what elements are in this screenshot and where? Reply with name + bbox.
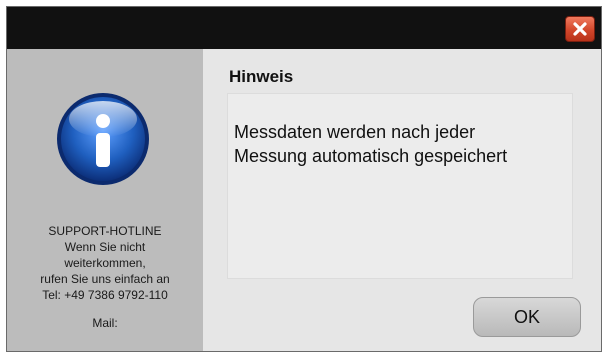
support-line3: rufen Sie uns einfach an: [40, 272, 170, 286]
dialog-heading: Hinweis: [229, 67, 294, 86]
message-line-1: Messdaten werden nach jeder: [234, 122, 476, 142]
support-tel: Tel: +49 7386 9792-110: [42, 288, 168, 302]
close-button[interactable]: [565, 16, 595, 42]
title-bar: [7, 7, 601, 49]
ok-button[interactable]: OK: [473, 297, 581, 337]
support-line1: Wenn Sie nicht: [64, 240, 146, 254]
content-panel: Hinweis Messdaten werden nach jeder Mess…: [203, 49, 601, 351]
close-icon: [573, 22, 587, 36]
message-text: Messdaten werden nach jeder Messung auto…: [234, 120, 564, 168]
support-line2: weiterkommen,: [64, 256, 146, 270]
support-title: SUPPORT-HOTLINE: [48, 224, 162, 238]
info-dialog: SUPPORT-HOTLINE Wenn Sie nicht weiterkom…: [6, 6, 602, 352]
message-line-2: Messung automatisch gespeichert: [234, 146, 508, 166]
info-icon: [57, 93, 149, 185]
support-hotline-text: SUPPORT-HOTLINE Wenn Sie nicht weiterkom…: [7, 223, 203, 331]
message-box: Messdaten werden nach jeder Messung auto…: [227, 93, 573, 279]
support-panel: SUPPORT-HOTLINE Wenn Sie nicht weiterkom…: [7, 49, 203, 351]
support-mail: Mail:: [92, 316, 118, 330]
